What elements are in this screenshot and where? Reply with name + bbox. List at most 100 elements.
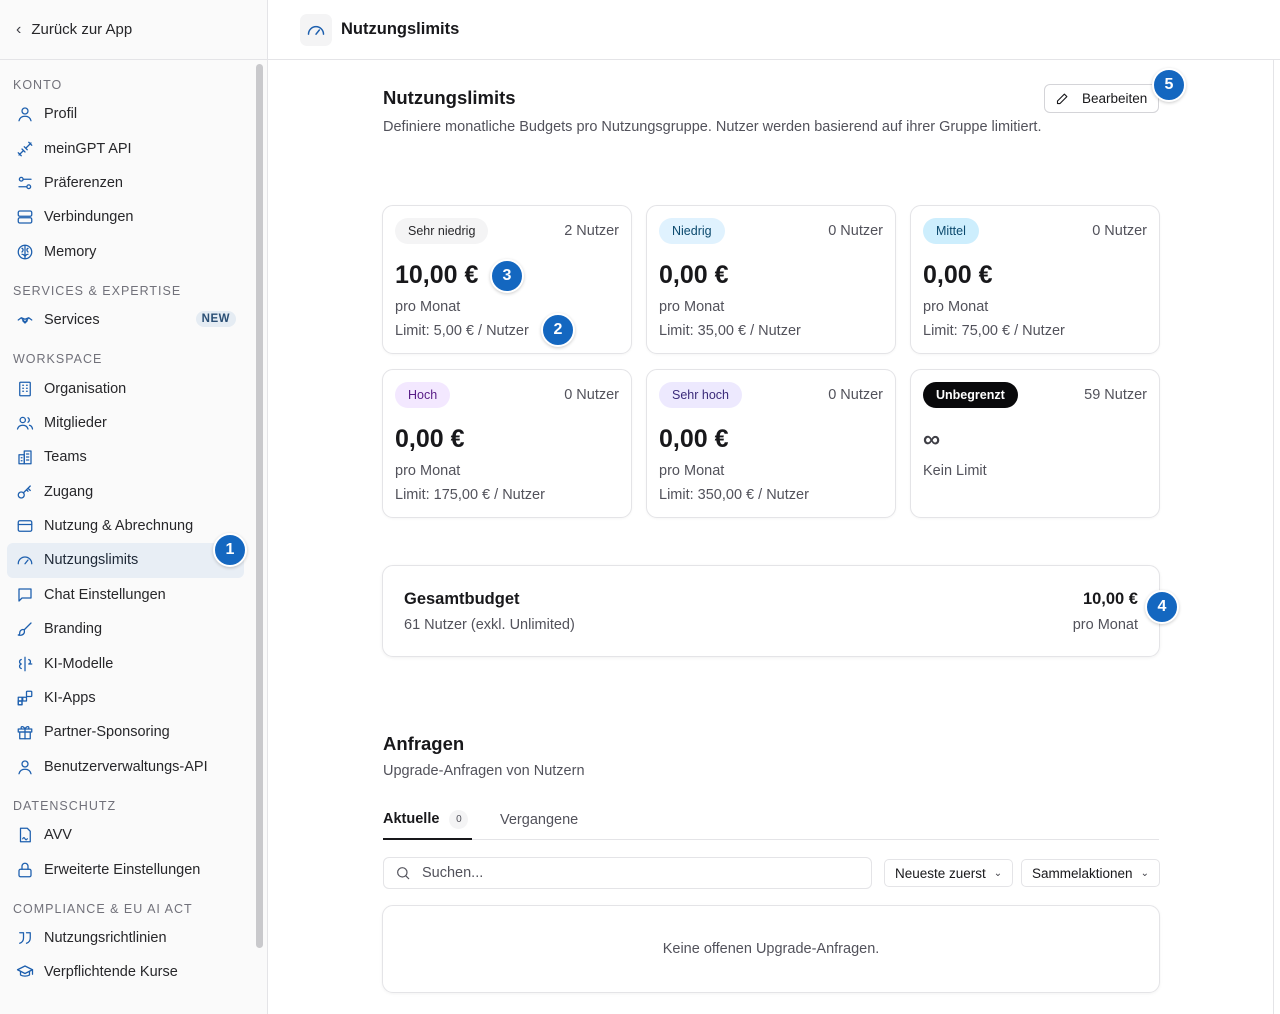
sidebar-item-partner-sponsoring[interactable]: Partner-Sponsoring [7, 715, 244, 749]
sidebar-scrollbar[interactable] [256, 64, 263, 948]
tier-badge: Niedrig [659, 218, 725, 244]
annotation-marker: 2 [541, 313, 575, 347]
sidebar-item-label: meinGPT API [44, 140, 132, 157]
sidebar-item-profil[interactable]: Profil [7, 97, 244, 131]
sidebar-item-verbindungen[interactable]: Verbindungen [7, 200, 244, 234]
sidebar-item-ki-apps[interactable]: KI-Apps [7, 681, 244, 715]
tab-vergangene[interactable]: Vergangene [500, 800, 578, 840]
new-badge: NEW [195, 310, 236, 327]
tier-amount: 0,00 € [923, 261, 993, 289]
limit-card-sehr-hoch: Sehr hoch 0 Nutzer 0,00 € pro Monat Limi… [646, 369, 896, 518]
limit-card-hoch: Hoch 0 Nutzer 0,00 € pro Monat Limit: 17… [382, 369, 632, 518]
main-scrollbar[interactable] [1273, 60, 1274, 1014]
sidebar-item-label: Partner-Sponsoring [44, 724, 170, 741]
sidebar-item-label: Services [44, 312, 100, 329]
sidebar-item-zugang[interactable]: Zugang [7, 475, 244, 509]
section-title-workspace: WORKSPACE [13, 352, 103, 367]
sidebar-item-label: Zugang [44, 483, 94, 500]
tab-aktuelle[interactable]: Aktuelle 0 [383, 800, 473, 840]
total-budget-card: Gesamtbudget 61 Nutzer (exkl. Unlimited)… [382, 565, 1160, 657]
search-input[interactable] [422, 865, 842, 881]
sidebar-item-label: Profil [44, 106, 78, 123]
sidebar-item-mitglieder[interactable]: Mitglieder [7, 406, 244, 440]
sidebar-item-label: Erweiterte Einstellungen [44, 861, 201, 878]
tier-limit: Limit: 350,00 € / Nutzer [659, 487, 809, 503]
tier-limit: Limit: 175,00 € / Nutzer [395, 487, 545, 503]
settings-sidebar: ‹ Zurück zur App KONTO Profil meinGPT AP… [0, 0, 268, 1014]
tier-badge: Hoch [395, 382, 451, 408]
brush-icon [15, 619, 35, 639]
sidebar-item-nutzungslimits[interactable]: Nutzungslimits [7, 543, 244, 578]
sidebar-item-meingpt-api[interactable]: meinGPT API [7, 131, 244, 165]
sidebar-item-nutzungsrichtlinien[interactable]: Nutzungsrichtlinien [7, 921, 244, 955]
tier-period: pro Monat [395, 299, 461, 315]
tab-label: Aktuelle [383, 811, 440, 827]
sidebar-item-label: Nutzung & Abrechnung [44, 518, 194, 535]
gauge-icon [15, 550, 35, 570]
tier-user-count: 0 Nutzer [564, 387, 619, 403]
sort-dropdown-label: Neueste zuerst [895, 865, 986, 881]
total-budget-period: pro Monat [1072, 617, 1138, 633]
infinity-icon: ∞ [923, 426, 941, 453]
sidebar-item-label: Organisation [44, 380, 127, 397]
sidebar-item-erweiterte-einstellungen[interactable]: Erweiterte Einstellungen [7, 852, 244, 886]
tab-label: Vergangene [500, 812, 579, 828]
bulk-actions-dropdown[interactable]: Sammelaktionen ⌄ [1021, 859, 1160, 887]
users-icon [15, 413, 35, 433]
tier-no-limit: Kein Limit [923, 463, 987, 479]
bulk-actions-label: Sammelaktionen [1032, 865, 1133, 881]
sort-dropdown[interactable]: Neueste zuerst ⌄ [884, 859, 1014, 887]
back-to-app-label: Zurück zur App [31, 21, 133, 38]
sliders-icon [15, 173, 35, 193]
edit-button[interactable]: Bearbeiten [1044, 84, 1159, 113]
sidebar-item-ki-modelle[interactable]: KI-Modelle [7, 646, 244, 680]
sidebar-item-label: KI-Modelle [44, 655, 114, 672]
brain-icon [15, 242, 35, 262]
key-icon [15, 482, 35, 502]
page-header-title: Nutzungslimits [341, 20, 460, 38]
sidebar-item-chat-einstellungen[interactable]: Chat Einstellungen [7, 578, 244, 612]
chat-icon [15, 585, 35, 605]
page-header: Nutzungslimits [268, 0, 1280, 60]
back-to-app-link[interactable]: ‹ Zurück zur App [0, 0, 268, 60]
chevron-left-icon: ‹ [16, 20, 22, 38]
sidebar-item-memory[interactable]: Memory [7, 235, 244, 269]
pencil-icon [1056, 93, 1068, 105]
sidebar-item-avv[interactable]: AVV [7, 818, 244, 852]
document-sign-icon [15, 825, 35, 845]
chevron-down-icon: ⌄ [1140, 867, 1149, 879]
sidebar-item-services[interactable]: Services NEW [7, 303, 244, 337]
sidebar-item-nutzung-abrechnung[interactable]: Nutzung & Abrechnung [7, 509, 244, 543]
annotation-marker: 1 [213, 533, 247, 567]
search-field[interactable] [383, 857, 872, 889]
sidebar-item-label: Memory [44, 243, 97, 260]
quote-icon [15, 928, 35, 948]
tier-limit: Limit: 75,00 € / Nutzer [923, 323, 1065, 339]
user-icon [15, 104, 35, 124]
sidebar-item-label: Verpflichtende Kurse [44, 964, 178, 981]
sidebar-item-teams[interactable]: Teams [7, 440, 244, 474]
limit-card-unbegrenzt: Unbegrenzt 59 Nutzer ∞ Kein Limit [910, 369, 1160, 518]
handshake-icon [15, 310, 35, 330]
tier-badge: Sehr hoch [659, 382, 742, 408]
sidebar-item-organisation[interactable]: Organisation [7, 371, 244, 405]
requests-subtitle: Upgrade-Anfragen von Nutzern [383, 763, 585, 779]
user-api-icon [15, 757, 35, 777]
sidebar-item-benutzerverwaltungs-api[interactable]: Benutzerverwaltungs-API [7, 750, 244, 784]
requests-tabs: Aktuelle 0 Vergangene [383, 800, 1159, 840]
tier-user-count: 59 Nutzer [1084, 387, 1147, 403]
section-title-konto: KONTO [13, 78, 63, 92]
total-budget-users: 61 Nutzer (exkl. Unlimited) [404, 617, 575, 633]
sidebar-item-label: Präferenzen [44, 174, 123, 191]
tier-badge: Mittel [923, 218, 979, 244]
limit-card-niedrig: Niedrig 0 Nutzer 0,00 € pro Monat Limit:… [646, 205, 896, 354]
tier-amount: 10,00 € [395, 261, 479, 289]
api-plug-icon [15, 139, 35, 159]
sidebar-item-label: AVV [44, 827, 72, 844]
section-title-services: SERVICES & EXPERTISE [13, 283, 182, 298]
sidebar-item-verpflichtende-kurse[interactable]: Verpflichtende Kurse [7, 955, 244, 989]
tier-badge: Unbegrenzt [923, 382, 1018, 408]
sidebar-item-praeferenzen[interactable]: Präferenzen [7, 166, 244, 200]
sidebar-item-branding[interactable]: Branding [7, 612, 244, 646]
lock-icon [15, 860, 35, 880]
